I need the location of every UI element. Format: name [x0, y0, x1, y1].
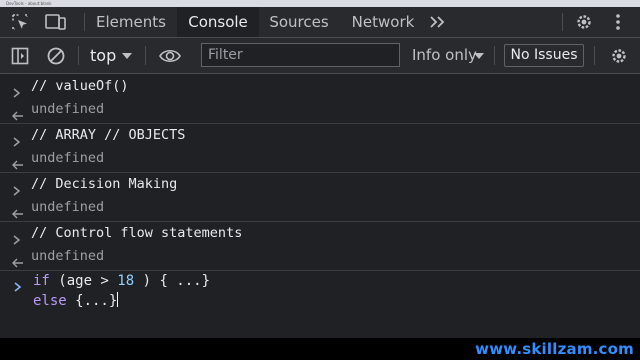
device-icon[interactable]	[43, 10, 69, 34]
console-entry: // valueOf() undefined	[0, 74, 640, 124]
more-options-icon[interactable]	[608, 10, 628, 34]
number-literal: 18	[117, 273, 135, 289]
prompt-line-1[interactable]: if (age > 18 ) { ...}	[33, 273, 210, 289]
toolbar-divider	[494, 46, 495, 65]
watermark-text: www.skillzam.com	[475, 340, 634, 358]
more-tabs-icon[interactable]	[426, 10, 450, 34]
console-result: undefined	[31, 150, 105, 166]
chevron-right-icon	[13, 230, 21, 249]
prompt-line-2[interactable]: else {...}	[33, 292, 119, 309]
tab-sources[interactable]: Sources	[262, 7, 336, 37]
console-settings-icon[interactable]	[606, 43, 632, 69]
tab-divider	[562, 13, 563, 31]
toolbar-divider	[78, 46, 79, 65]
chevron-right-icon	[13, 83, 21, 102]
console-result: undefined	[31, 199, 105, 215]
console-toolbar: top Info only No Issues	[0, 38, 640, 74]
tab-elements[interactable]: Elements	[88, 7, 174, 37]
panel-tab-bar: Elements Console Sources Network	[0, 7, 640, 38]
toolbar-divider	[145, 46, 146, 65]
settings-icon[interactable]	[572, 10, 596, 34]
inspect-icon[interactable]	[8, 10, 32, 34]
console-command: // Control flow statements	[31, 225, 243, 241]
watermark: www.skillzam.com	[475, 340, 634, 358]
return-arrow-icon	[12, 253, 24, 272]
block-text: ) { ...}	[134, 273, 211, 289]
issues-button[interactable]: No Issues	[504, 44, 584, 67]
devtools-window: DevTools - about:blank Elements Console …	[0, 0, 640, 338]
console-command: // Decision Making	[31, 176, 178, 192]
keyword-else: else	[33, 293, 67, 309]
else-block-text: {...}	[66, 293, 118, 309]
console-entry: // ARRAY // OBJECTS undefined	[0, 123, 640, 173]
tab-network[interactable]: Network	[344, 7, 422, 37]
context-selector[interactable]: top	[90, 38, 116, 73]
console-entry: // Decision Making undefined	[0, 172, 640, 222]
keyword-if: if	[33, 273, 50, 289]
console-entry: // Control flow statements undefined	[0, 221, 640, 271]
console-command: // ARRAY // OBJECTS	[31, 127, 186, 143]
text-caret	[117, 292, 119, 307]
chevron-down-icon[interactable]	[472, 50, 486, 62]
eye-icon[interactable]	[156, 44, 184, 68]
console-output[interactable]: // valueOf() undefined // ARRAY // OBJEC…	[0, 74, 640, 338]
chevron-down-icon[interactable]	[120, 50, 134, 62]
console-command: // valueOf()	[31, 78, 129, 94]
tab-console[interactable]: Console	[177, 7, 259, 37]
console-result: undefined	[31, 248, 105, 264]
chevron-right-icon	[13, 132, 21, 151]
console-prompt[interactable]: if (age > 18 ) { ...} else {...}	[0, 271, 640, 338]
title-text: DevTools - about:blank	[6, 1, 52, 6]
toolbar-divider	[594, 46, 595, 65]
sidebar-icon[interactable]	[8, 44, 32, 68]
tab-divider	[84, 13, 85, 31]
filter-input[interactable]	[201, 43, 400, 67]
chevron-right-icon	[13, 181, 21, 200]
log-levels-dropdown[interactable]: Info only	[412, 38, 477, 73]
prompt-chevron-icon	[14, 277, 22, 296]
clear-icon[interactable]	[44, 44, 68, 68]
console-result: undefined	[31, 101, 105, 117]
title-bar: DevTools - about:blank	[0, 0, 640, 7]
condition-text: (age >	[49, 273, 118, 289]
